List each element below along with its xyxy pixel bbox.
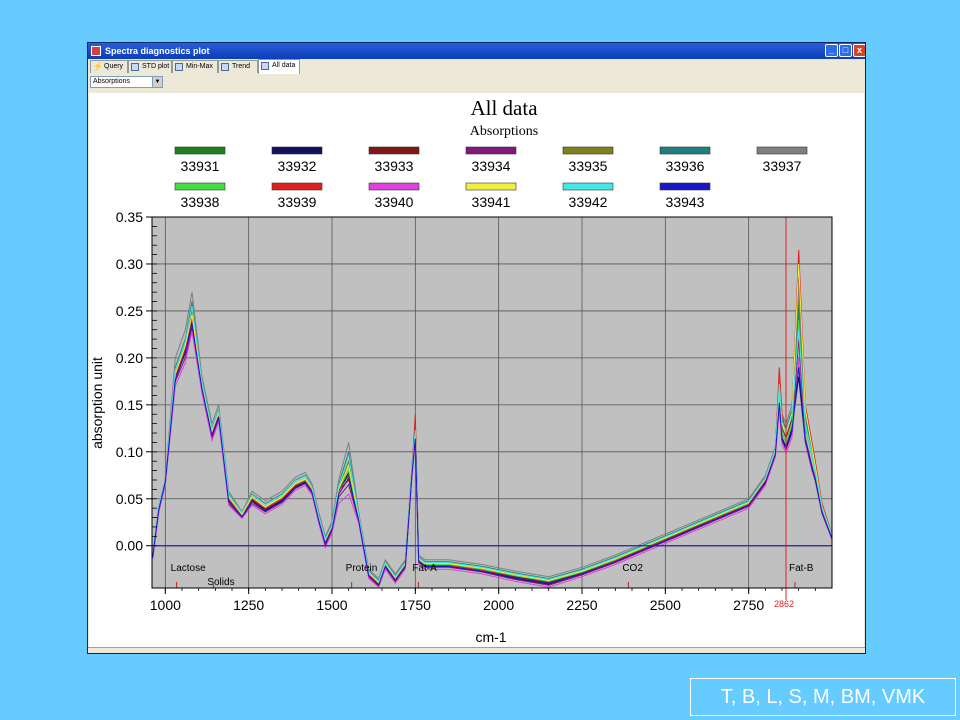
legend-label: 33943 [666, 194, 705, 210]
legend-swatch [271, 182, 323, 191]
region-label: Fat-B [789, 563, 814, 574]
legend-swatch [368, 182, 420, 191]
legend-swatch [562, 146, 614, 155]
title-bar[interactable]: Spectra diagnostics plot _ □ x [88, 43, 865, 59]
legend-label: 33938 [181, 194, 220, 210]
chart-icon [131, 63, 139, 71]
legend-label: 33941 [472, 194, 511, 210]
tab-label: Query [104, 63, 124, 70]
app-icon [91, 46, 101, 56]
legend-label: 33932 [278, 158, 317, 174]
legend: 33931 33932 33933 33934 33935 33936 33937 33938… [174, 146, 808, 210]
y-tick-label: 0.30 [116, 256, 143, 272]
credit-box: T, B, L, S, M, BM, VMK [690, 678, 956, 716]
legend-swatch [465, 146, 517, 155]
y-tick-label: 0.25 [116, 303, 143, 319]
legend-label: 33931 [181, 158, 220, 174]
x-tick-label: 1000 [150, 597, 181, 613]
legend-swatch [562, 182, 614, 191]
minimize-button[interactable]: _ [825, 44, 838, 57]
status-bar [88, 647, 865, 653]
chevron-down-icon[interactable]: ▼ [152, 77, 162, 87]
legend-label: 33937 [763, 158, 802, 174]
tab-std-plot[interactable]: STD plot [128, 60, 172, 73]
y-tick-label: 0.10 [116, 444, 143, 460]
tab-label: Trend [232, 63, 251, 70]
tab-label: STD plot [142, 63, 170, 70]
tab-query[interactable]: ⚡ Query [90, 60, 128, 73]
chart-icon [261, 62, 269, 70]
region-label: Protein [346, 563, 378, 574]
window-title: Spectra diagnostics plot [105, 46, 210, 56]
legend-swatch [271, 146, 323, 155]
y-tick-label: 0.20 [116, 350, 143, 366]
chart-icon [221, 63, 229, 71]
legend-label: 33939 [278, 194, 317, 210]
legend-swatch [174, 182, 226, 191]
view-select[interactable]: Absorptions ▼ [90, 76, 163, 88]
tab-bar: ⚡ Query STD plot Min-Max Trend All data [88, 59, 865, 75]
legend-swatch [465, 182, 517, 191]
toolbar: Absorptions ▼ [88, 74, 865, 92]
plot-panel: All data Absorptions 33931 33932 33933 3393… [89, 93, 864, 648]
x-tick-label: 1500 [316, 597, 347, 613]
tab-trend[interactable]: Trend [218, 60, 258, 73]
legend-swatch [659, 146, 711, 155]
y-tick-label: 0.15 [116, 397, 143, 413]
x-tick-label: 2250 [566, 597, 597, 613]
plot-area [152, 217, 832, 588]
legend-label: 33942 [569, 194, 608, 210]
y-axis-label: absorption unit [89, 357, 105, 449]
lightning-icon: ⚡ [93, 62, 103, 71]
marker-label: 2862 [774, 599, 794, 609]
maximize-button[interactable]: □ [839, 44, 852, 57]
legend-swatch [174, 146, 226, 155]
x-tick-label: 1250 [233, 597, 264, 613]
region-label: Lactose [171, 563, 206, 574]
x-tick-label: 2500 [650, 597, 681, 613]
chart-title: All data [470, 96, 538, 120]
x-tick-label: 1750 [400, 597, 431, 613]
close-button[interactable]: x [853, 44, 865, 57]
x-tick-label: 2000 [483, 597, 514, 613]
legend-label: 33933 [375, 158, 414, 174]
legend-swatch [659, 182, 711, 191]
tab-label: All data [272, 62, 296, 69]
legend-label: 33936 [666, 158, 705, 174]
view-select-value: Absorptions [93, 78, 130, 85]
legend-swatch [756, 146, 808, 155]
legend-label: 33940 [375, 194, 414, 210]
legend-label: 33935 [569, 158, 608, 174]
tab-all-data[interactable]: All data [258, 59, 300, 74]
tab-label: Min-Max [186, 63, 213, 70]
y-tick-label: 0.05 [116, 491, 143, 507]
y-tick-label: 0.35 [116, 209, 143, 225]
x-tick-label: 2750 [733, 597, 764, 613]
region-label: CO2 [622, 563, 643, 574]
app-window: Spectra diagnostics plot _ □ x ⚡ Query S… [87, 42, 866, 654]
x-axis-label: cm-1 [475, 629, 506, 645]
tab-min-max[interactable]: Min-Max [172, 60, 218, 73]
spectra-chart[interactable]: All data Absorptions 33931 33932 33933 3393… [89, 93, 864, 648]
region-label: Solids [207, 577, 234, 588]
chart-icon [175, 63, 183, 71]
legend-swatch [368, 146, 420, 155]
region-label: Fat-A [412, 563, 437, 574]
chart-subtitle: Absorptions [470, 124, 538, 139]
legend-label: 33934 [472, 158, 511, 174]
y-tick-label: 0.00 [116, 538, 143, 554]
